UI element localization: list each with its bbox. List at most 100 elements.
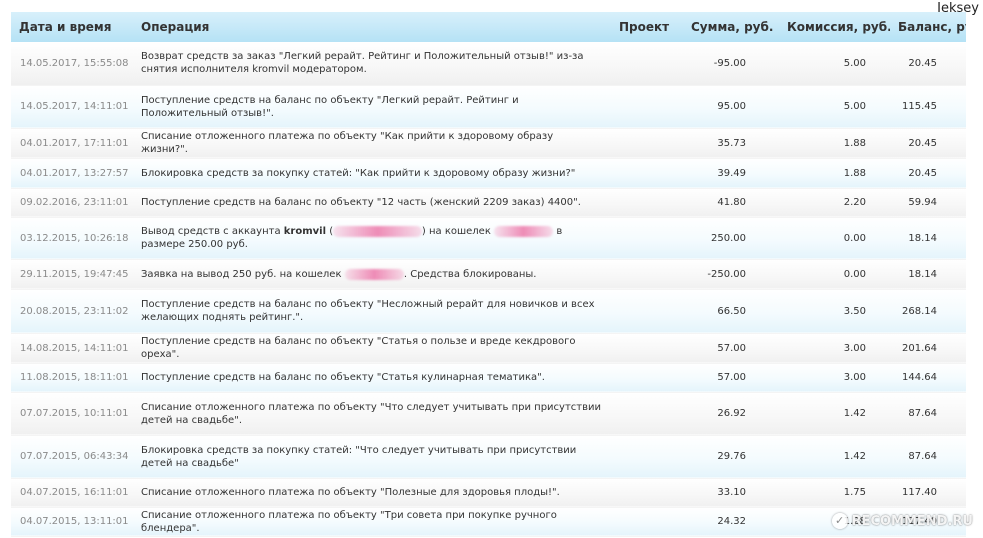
row-balance: 59.94 — [890, 188, 966, 218]
row-date: 04.01.2017, 13:27:57 — [11, 158, 133, 189]
row-operation: Списание отложенного платежа по объекту … — [133, 478, 611, 508]
row-project — [611, 85, 683, 129]
column-header-fee[interactable]: Комиссия, руб. — [779, 12, 890, 42]
row-amount: 24.32 — [683, 507, 779, 537]
row-amount: -95.00 — [683, 42, 779, 86]
row-operation: Заявка на вывод 250 руб. на кошелек xxxx… — [133, 259, 611, 290]
table-row: 11.08.2015, 18:11:01 Поступление средств… — [11, 363, 966, 393]
recommend-logo-icon: ✓ — [831, 513, 848, 529]
row-balance: 117.40 — [890, 478, 966, 508]
row-date: 09.02.2016, 23:11:01 — [11, 188, 133, 218]
row-amount: 95.00 — [683, 85, 779, 129]
row-project — [611, 259, 683, 290]
row-amount: 57.00 — [683, 333, 779, 364]
table-row: 04.07.2015, 13:11:01 Списание отложенног… — [11, 507, 966, 537]
row-amount: 39.49 — [683, 158, 779, 189]
table-row: 14.08.2015, 14:11:01 Поступление средств… — [11, 333, 966, 364]
operation-text: ) на кошелек — [421, 226, 495, 237]
row-balance: 20.45 — [890, 128, 966, 159]
row-project — [611, 435, 683, 479]
row-fee: 1.42 — [779, 435, 890, 479]
row-project — [611, 363, 683, 393]
column-header-project[interactable]: Проект — [611, 12, 683, 42]
operation-text: Вывод средств с аккаунта — [141, 226, 284, 237]
row-amount: 26.92 — [683, 392, 779, 436]
row-balance: 144.64 — [890, 363, 966, 393]
column-header-balance[interactable]: Баланс, руб. — [890, 12, 966, 42]
row-balance: 87.64 — [890, 435, 966, 479]
row-balance: 20.45 — [890, 42, 966, 86]
row-date: 20.08.2015, 23:11:02 — [11, 289, 133, 334]
row-fee: 5.00 — [779, 85, 890, 129]
table-row: 07.07.2015, 06:43:34 Блокировка средств … — [11, 435, 966, 479]
row-project — [611, 478, 683, 508]
row-date: 04.07.2015, 13:11:01 — [11, 507, 133, 537]
table-row: 03.12.2015, 10:26:18 Вывод средств с акк… — [11, 217, 966, 260]
row-project — [611, 392, 683, 436]
table-row: 04.01.2017, 13:27:57 Блокировка средств … — [11, 158, 966, 189]
row-date: 14.05.2017, 14:11:01 — [11, 85, 133, 129]
row-fee: 3.50 — [779, 289, 890, 334]
row-date: 07.07.2015, 06:43:34 — [11, 435, 133, 479]
row-date: 04.01.2017, 17:11:01 — [11, 128, 133, 159]
row-operation: Поступление средств на баланс по объекту… — [133, 363, 611, 393]
row-date: 11.08.2015, 18:11:01 — [11, 363, 133, 393]
row-amount: 29.76 — [683, 435, 779, 479]
row-fee: 3.00 — [779, 333, 890, 364]
row-project — [611, 188, 683, 218]
row-project — [611, 217, 683, 260]
row-amount: -250.00 — [683, 259, 779, 290]
row-project — [611, 507, 683, 537]
row-amount: 35.73 — [683, 128, 779, 159]
row-balance: 87.64 — [890, 392, 966, 436]
row-amount: 41.80 — [683, 188, 779, 218]
row-balance: 201.64 — [890, 333, 966, 364]
row-date: 14.05.2017, 15:55:08 — [11, 42, 133, 86]
account-name: kromvil — [283, 226, 327, 237]
row-operation: Поступление средств на баланс по объекту… — [133, 333, 611, 364]
recommend-watermark: ✓ RECOMMEND.RU — [831, 513, 973, 529]
row-fee: 0.00 — [779, 259, 890, 290]
row-balance: 115.45 — [890, 85, 966, 129]
table-row: 04.01.2017, 17:11:01 Списание отложенног… — [11, 128, 966, 159]
watermark-text: RECOMMEND.RU — [851, 513, 973, 529]
row-fee: 1.88 — [779, 128, 890, 159]
row-project — [611, 289, 683, 334]
redacted-wallet: xxxxxxxxxx — [344, 268, 404, 280]
row-amount: 33.10 — [683, 478, 779, 508]
row-date: 14.08.2015, 14:11:01 — [11, 333, 133, 364]
table-row: 07.07.2015, 10:11:01 Списание отложенног… — [11, 392, 966, 436]
table-row: 20.08.2015, 23:11:02 Поступление средств… — [11, 289, 966, 334]
table-row: 14.05.2017, 14:11:01 Поступление средств… — [11, 85, 966, 129]
row-balance: 268.14 — [890, 289, 966, 334]
column-header-amount[interactable]: Сумма, руб. — [683, 12, 779, 42]
row-fee: 0.00 — [779, 217, 890, 260]
row-date: 07.07.2015, 10:11:01 — [11, 392, 133, 436]
row-operation: Возврат средств за заказ "Легкий рерайт.… — [133, 42, 611, 86]
row-operation: Вывод средств с аккаунта kromvil (xxxxxx… — [133, 217, 611, 260]
row-operation: Поступление средств на баланс по объекту… — [133, 85, 611, 129]
table-row: 09.02.2016, 23:11:01 Поступление средств… — [11, 188, 966, 218]
row-date: 04.07.2015, 16:11:01 — [11, 478, 133, 508]
table-row: 04.07.2015, 16:11:01 Списание отложенног… — [11, 478, 966, 508]
row-operation: Списание отложенного платежа по объекту … — [133, 507, 611, 537]
row-fee: 1.75 — [779, 478, 890, 508]
row-balance: 18.14 — [890, 217, 966, 260]
row-operation: Списание отложенного платежа по объекту … — [133, 128, 611, 159]
table-row: 29.11.2015, 19:47:45 Заявка на вывод 250… — [11, 259, 966, 290]
row-balance: 18.14 — [890, 259, 966, 290]
redacted-email: xxxxxxxxxxxxxxx — [333, 226, 422, 237]
row-project — [611, 128, 683, 159]
row-fee: 2.20 — [779, 188, 890, 218]
row-fee: 1.42 — [779, 392, 890, 436]
column-header-operation[interactable]: Операция — [133, 12, 611, 42]
row-operation: Блокировка средств за покупку статей: "К… — [133, 158, 611, 189]
row-amount: 57.00 — [683, 363, 779, 393]
row-project — [611, 42, 683, 86]
column-header-datetime[interactable]: Дата и время — [11, 12, 133, 42]
row-date: 03.12.2015, 10:26:18 — [11, 217, 133, 260]
row-operation: Списание отложенного платежа по объекту … — [133, 392, 611, 436]
row-operation: Поступление средств на баланс по объекту… — [133, 188, 611, 218]
row-fee: 5.00 — [779, 42, 890, 86]
row-project — [611, 333, 683, 364]
